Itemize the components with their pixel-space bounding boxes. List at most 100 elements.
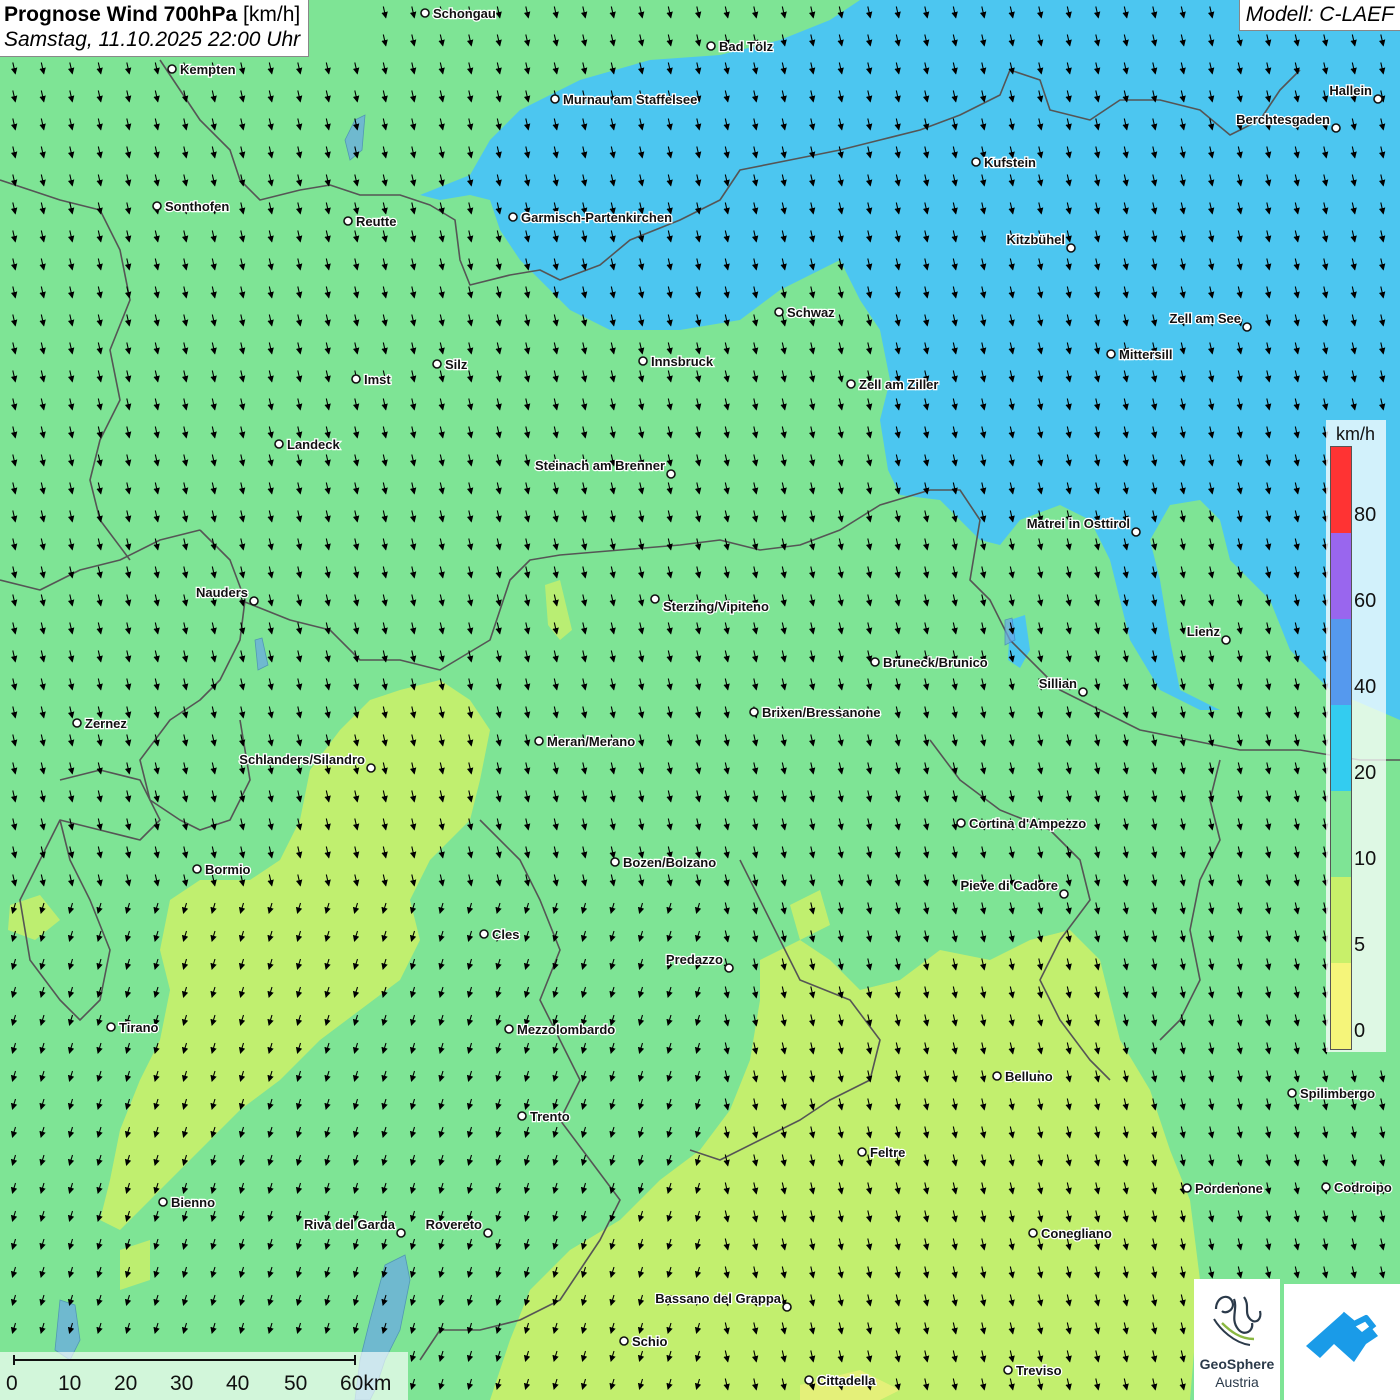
legend-tick-label: 0 — [1354, 1020, 1366, 1042]
city-dot — [351, 374, 361, 384]
legend-tick-label: 5 — [1354, 934, 1366, 956]
city-dot — [724, 963, 734, 973]
city-label: Sterzing/Vipiteno — [663, 599, 769, 614]
city-dot — [1059, 889, 1069, 899]
city-marker: Pordenone — [1182, 1180, 1264, 1197]
city-dot — [638, 356, 648, 366]
city-dot — [1221, 635, 1231, 645]
scale-label: 0 — [6, 1372, 18, 1395]
legend-color-segment — [1331, 619, 1351, 706]
city-dot — [650, 594, 660, 604]
city-marker: Spilimbergo — [1287, 1085, 1376, 1102]
city-dot — [508, 212, 518, 222]
title-unit: [km/h] — [243, 3, 301, 26]
city-dot — [992, 1071, 1002, 1081]
city-label: Bassano del Grappa — [655, 1291, 781, 1306]
city-dot — [479, 929, 489, 939]
city-dot — [420, 8, 430, 18]
city-dot — [249, 596, 259, 606]
city-label: Schlanders/Silandro — [239, 752, 365, 767]
scale-label: 60km — [340, 1372, 392, 1395]
city-marker: Meran/Merano — [534, 733, 636, 750]
city-label: Murnau am Staffelsee — [563, 92, 697, 107]
city-label: Cittadella — [817, 1373, 876, 1388]
legend-tick-label: 20 — [1354, 762, 1377, 784]
city-dot — [167, 64, 177, 74]
city-dot — [749, 707, 759, 717]
city-dot — [870, 657, 880, 667]
city-dot — [517, 1111, 527, 1121]
city-dot — [971, 157, 981, 167]
city-label: Meran/Merano — [547, 734, 635, 749]
city-dot — [1078, 687, 1088, 697]
model-label: Modell: C-LAEF — [1238, 0, 1400, 31]
city-dot — [106, 1022, 116, 1032]
city-dot — [72, 718, 82, 728]
cloud-arrow-logo — [1284, 1284, 1400, 1400]
city-dot — [1003, 1365, 1013, 1375]
city-dot — [857, 1147, 867, 1157]
legend-color-segment — [1331, 877, 1351, 964]
cloud-arrow-icon — [1306, 1311, 1378, 1362]
city-label: Belluno — [1005, 1069, 1053, 1084]
city-dot — [1066, 243, 1076, 253]
city-label: Predazzo — [666, 952, 723, 967]
legend-color-segment — [1331, 963, 1351, 1049]
scale-label: 40 — [226, 1372, 250, 1395]
city-marker: Cortina d'Ampezzo — [956, 815, 1088, 832]
city-label: Zernez — [85, 716, 127, 731]
city-dot — [846, 379, 856, 389]
city-dot — [504, 1024, 514, 1034]
city-dot — [706, 41, 716, 51]
city-marker: Conegliano — [1028, 1225, 1113, 1242]
city-label: Cortina d'Ampezzo — [969, 816, 1086, 831]
legend-color-segment — [1331, 447, 1351, 534]
city-label: Bruneck/Brunico — [883, 655, 988, 670]
city-dot — [432, 359, 442, 369]
city-dot — [774, 307, 784, 317]
city-dot — [956, 818, 966, 828]
city-label: Landeck — [287, 437, 341, 452]
city-label: Berchtesgaden — [1236, 112, 1330, 127]
city-label: Zell am Ziller — [859, 377, 938, 392]
city-dot — [1331, 123, 1341, 133]
city-label: Silz — [445, 357, 468, 372]
forecast-datetime: Samstag, 11.10.2025 22:00 Uhr — [4, 28, 301, 51]
geosphere-name: GeoSphere — [1199, 1356, 1275, 1372]
legend-tick-label: 60 — [1354, 590, 1377, 612]
city-label: Mittersill — [1119, 347, 1172, 362]
map-title: Prognose Wind 700hPa [km/h] — [4, 3, 300, 27]
city-dot — [1182, 1183, 1192, 1193]
color-legend: km/h 80 60 40 20 10 5 0 — [1326, 420, 1386, 1052]
city-dot — [483, 1228, 493, 1238]
city-marker: Sonthofen — [152, 198, 231, 215]
city-label: Zell am See — [1169, 311, 1241, 326]
city-label: Steinach am Brenner — [535, 458, 665, 473]
city-dot — [1106, 349, 1116, 359]
legend-unit: km/h — [1336, 424, 1376, 444]
city-label: Schongau — [433, 6, 496, 21]
city-label: Innsbruck — [651, 354, 714, 369]
city-label: Imst — [364, 372, 391, 387]
scale-bar: 0 10 20 30 40 50 60km — [0, 1352, 408, 1400]
city-dot — [396, 1228, 406, 1238]
city-label: Schio — [632, 1334, 667, 1349]
city-label: Kufstein — [984, 155, 1036, 170]
city-marker: Brixen/Bressanone — [749, 704, 882, 721]
city-dot — [666, 469, 676, 479]
legend-tick-label: 10 — [1354, 848, 1377, 870]
city-dot — [1131, 527, 1141, 537]
city-label: Conegliano — [1041, 1226, 1112, 1241]
title-main: Prognose Wind 700hPa — [4, 3, 238, 26]
city-dot — [366, 763, 376, 773]
city-label: Cles — [492, 927, 519, 942]
city-label: Bienno — [171, 1195, 215, 1210]
city-label: Spilimbergo — [1300, 1086, 1375, 1101]
city-label: Garmisch-Partenkirchen — [521, 210, 672, 225]
city-label: Treviso — [1016, 1363, 1062, 1378]
city-label: Lienz — [1187, 624, 1221, 639]
city-label: Bozen/Bolzano — [623, 855, 716, 870]
city-label: Feltre — [870, 1145, 905, 1160]
legend-tick-label: 80 — [1354, 504, 1377, 526]
city-dot — [274, 439, 284, 449]
